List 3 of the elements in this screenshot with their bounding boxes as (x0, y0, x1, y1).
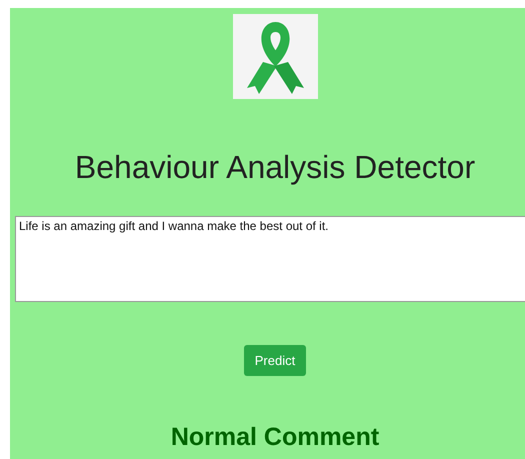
page-title: Behaviour Analysis Detector (74, 148, 476, 187)
comment-field[interactable]: Life is an amazing gift and I wanna make the best out of it. (15, 216, 525, 302)
result-label: Normal Comment (170, 422, 380, 452)
